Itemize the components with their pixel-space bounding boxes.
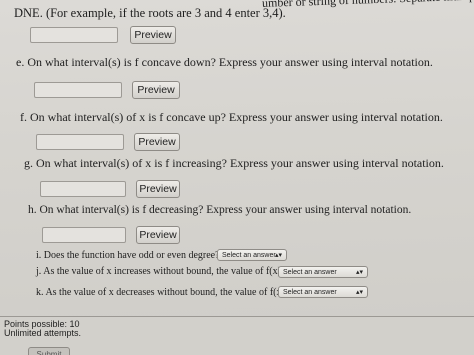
preview-button-g[interactable]: Preview	[136, 180, 180, 198]
chevron-updown-icon: ▴▾	[355, 289, 363, 296]
instructions-line: DNE. (For example, if the roots are 3 an…	[14, 6, 286, 20]
answer-field-g[interactable]	[40, 181, 126, 197]
answer-field-h[interactable]	[42, 227, 126, 243]
points-panel: Points possible: 10 Unlimited attempts. …	[0, 316, 474, 355]
preview-button-h[interactable]: Preview	[136, 226, 180, 244]
end-behavior-left-label: Select an answer	[283, 289, 337, 296]
question-k: k. As the value of x decreases without b…	[36, 287, 285, 298]
submit-button[interactable]: Submit	[28, 347, 70, 355]
answer-field-d[interactable]	[30, 27, 118, 43]
question-g: g. On what interval(s) of x is f increas…	[24, 156, 444, 170]
attempts-info: Unlimited attempts.	[4, 328, 82, 338]
preview-button-f[interactable]: Preview	[134, 133, 180, 151]
question-e: e. On what interval(s) is f concave down…	[16, 55, 433, 69]
chevron-updown-icon: ▴▾	[355, 269, 363, 276]
chevron-updown-icon: ▴▾	[274, 252, 282, 259]
preview-button-d[interactable]: Preview	[130, 26, 176, 44]
question-i: i. Does the function have odd or even de…	[36, 250, 220, 261]
question-f: f. On what interval(s) of x is f concave…	[20, 110, 443, 124]
answer-field-f[interactable]	[36, 134, 124, 150]
question-h: h. On what interval(s) is f decreasing? …	[28, 204, 412, 216]
degree-select[interactable]: Select an answer ▴▾	[217, 249, 287, 261]
question-j: j. As the value of x increases without b…	[36, 266, 281, 277]
answer-field-e[interactable]	[34, 82, 122, 98]
preview-button-e[interactable]: Preview	[132, 81, 180, 99]
end-behavior-left-select[interactable]: Select an answer ▴▾	[278, 286, 368, 298]
instructions-tail: umber or string of numbers. Separate mul…	[262, 0, 474, 11]
end-behavior-right-label: Select an answer	[283, 269, 337, 276]
degree-select-label: Select an answer	[222, 252, 276, 259]
homework-page: umber or string of numbers. Separate mul…	[0, 0, 474, 355]
end-behavior-right-select[interactable]: Select an answer ▴▾	[278, 266, 368, 278]
